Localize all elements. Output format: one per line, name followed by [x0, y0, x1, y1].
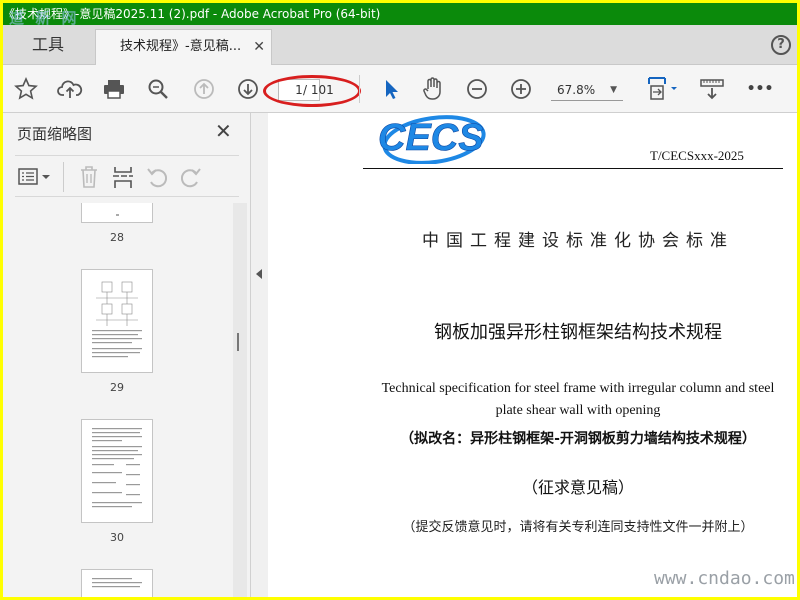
zoom-in-icon[interactable] — [506, 74, 536, 104]
options-menu-icon[interactable] — [17, 166, 55, 188]
document-title-en: Technical specification for steel frame … — [381, 381, 775, 418]
sidebar-separator — [63, 162, 64, 192]
thumbnail-number: 29 — [110, 381, 124, 394]
more-icon[interactable]: ••• — [745, 74, 775, 104]
tab-bar: 工具 技术规程》-意见稿... ✕ ? — [3, 25, 797, 65]
hand-icon[interactable] — [418, 74, 448, 104]
scroll-mode-icon[interactable] — [697, 74, 727, 104]
sidebar-close-icon[interactable]: ✕ — [215, 119, 232, 143]
star-icon[interactable] — [11, 74, 41, 104]
document-title-cn: 钢板加强异形柱钢框架结构技术规程 — [434, 322, 722, 343]
highlight-ellipse — [263, 75, 361, 107]
fit-page-icon[interactable] — [643, 74, 683, 104]
insert-page-icon[interactable] — [111, 164, 135, 190]
cloud-upload-icon[interactable] — [55, 74, 85, 104]
search-zoom-icon[interactable] — [143, 74, 173, 104]
zoom-level-value: 67.8% — [557, 83, 596, 97]
next-page-icon[interactable] — [233, 74, 263, 104]
title-bar: 《技术规程》-意见稿2025.11 (2).pdf - Adobe Acroba… — [3, 3, 797, 25]
sidebar-title: 页面缩略图 — [17, 125, 93, 143]
zoom-out-icon[interactable] — [462, 74, 492, 104]
logo-text: CECS — [378, 117, 484, 159]
cecs-logo: CECS — [378, 115, 486, 164]
tab-document[interactable]: 技术规程》-意见稿... ✕ — [95, 29, 272, 65]
sidebar-resize-handle[interactable] — [237, 333, 239, 351]
thumbnail-scrollbar[interactable] — [233, 203, 247, 597]
chevron-down-icon: ▼ — [610, 85, 617, 95]
toolbar-separator — [359, 75, 360, 103]
thumbnail-page-31[interactable] — [81, 569, 153, 597]
thumbnail-number: 28 — [110, 231, 124, 244]
print-icon[interactable] — [99, 74, 129, 104]
prev-page-icon[interactable] — [189, 74, 219, 104]
help-icon[interactable]: ? — [771, 35, 791, 55]
thumbnail-list[interactable]: 28 29 30 — [3, 203, 233, 597]
close-tab-icon[interactable]: ✕ — [253, 30, 265, 64]
alternate-name: （拟改名：异形柱钢框架-开洞钢板剪力墙结构技术规程） — [400, 431, 756, 447]
collapse-sidebar-icon[interactable] — [256, 269, 262, 279]
thumbnail-page-30[interactable] — [81, 419, 153, 523]
organization-name: 中国工程建设标准化协会标准 — [422, 231, 734, 251]
rotate-left-icon[interactable] — [145, 164, 169, 190]
draft-label: （征求意见稿） — [521, 478, 634, 497]
header-rule — [363, 168, 783, 169]
thumbnail-page-29[interactable] — [81, 269, 153, 373]
rotate-right-icon[interactable] — [179, 164, 203, 190]
tab-tools[interactable]: 工具 — [3, 25, 93, 65]
submission-note: （提交反馈意见时，请将有关专利连同支持性文件一并附上） — [402, 520, 754, 535]
watermark-bottom-right: www.cndao.com — [654, 568, 795, 589]
thumbnail-number: 30 — [110, 531, 124, 544]
zoom-level-select[interactable]: 67.8% ▼ — [551, 79, 623, 101]
tab-document-label: 技术规程》-意见稿... — [120, 39, 242, 54]
standard-code: T/CECSxxx-2025 — [650, 148, 744, 163]
delete-page-icon[interactable] — [77, 164, 101, 190]
thumbnail-sidebar: 页面缩略图 ✕ 28 29 30 — [3, 113, 251, 597]
acrobat-window: 《技术规程》-意见稿2025.11 (2).pdf - Adobe Acroba… — [3, 3, 797, 597]
main-toolbar: 1 / 101 67.8% ▼ ••• — [3, 65, 797, 113]
sidebar-toolbar — [15, 155, 239, 197]
thumbnail-page-28[interactable] — [81, 203, 153, 223]
select-arrow-icon[interactable] — [375, 74, 405, 104]
